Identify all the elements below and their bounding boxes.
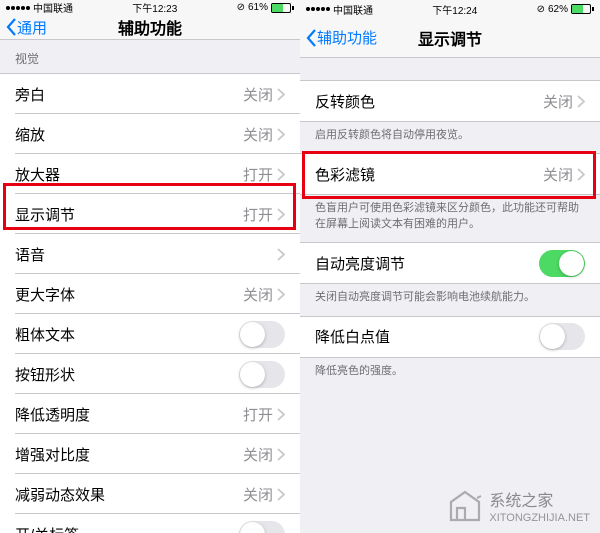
cell-value: 打开 bbox=[243, 204, 273, 225]
clock: 下午12:23 bbox=[132, 0, 177, 15]
footer-white-point: 降低亮色的强度。 bbox=[300, 358, 600, 389]
status-bar: 中国联通 下午12:24 ⊘ 62% bbox=[300, 0, 600, 18]
status-bar: 中国联通 下午12:23 ⊘ 61% bbox=[0, 0, 300, 15]
cell-label: 增强对比度 bbox=[15, 444, 243, 465]
watermark-url: XITONGZHIJIA.NET bbox=[489, 512, 590, 525]
chevron-right-icon bbox=[277, 408, 285, 421]
cell-reduce-transparency[interactable]: 降低透明度 打开 bbox=[0, 394, 300, 434]
chevron-right-icon bbox=[277, 208, 285, 221]
cell-value: 关闭 bbox=[543, 164, 573, 185]
back-button[interactable]: 通用 bbox=[6, 17, 47, 38]
watermark-logo-icon bbox=[447, 490, 483, 527]
screen-accessibility: 中国联通 下午12:23 ⊘ 61% 通用 辅助功能 视觉 旁白 关闭 bbox=[0, 0, 300, 533]
list-vision: 旁白 关闭 缩放 关闭 放大器 打开 显示调节 打开 语音 bbox=[0, 73, 300, 533]
chevron-right-icon bbox=[277, 128, 285, 141]
list-white-point: 降低白点值 bbox=[300, 316, 600, 358]
cell-value: 关闭 bbox=[243, 84, 273, 105]
cell-reduce-white-point[interactable]: 降低白点值 bbox=[300, 317, 600, 357]
switch-auto-brightness[interactable] bbox=[539, 250, 585, 277]
watermark-name: 系统之家 bbox=[489, 492, 590, 511]
cell-value: 关闭 bbox=[243, 444, 273, 465]
alarm-icon: ⊘ bbox=[237, 2, 245, 13]
cell-label: 降低白点值 bbox=[315, 326, 539, 347]
switch-reduce-white-point[interactable] bbox=[539, 323, 585, 350]
cell-invert-colors[interactable]: 反转颜色 关闭 bbox=[300, 81, 600, 121]
cell-label: 旁白 bbox=[15, 84, 243, 105]
signal-icon bbox=[306, 7, 330, 11]
battery-percent: 61% bbox=[248, 2, 268, 13]
cell-button-shapes[interactable]: 按钮形状 bbox=[0, 354, 300, 394]
screen-display-accommodations: 中国联通 下午12:24 ⊘ 62% 辅助功能 显示调节 反转颜色 关闭 bbox=[300, 0, 600, 533]
cell-label: 按钮形状 bbox=[15, 364, 239, 385]
cell-label: 开/关标签 bbox=[15, 524, 239, 533]
cell-reduce-motion[interactable]: 减弱动态效果 关闭 bbox=[0, 474, 300, 514]
list-invert: 反转颜色 关闭 bbox=[300, 80, 600, 122]
cell-speech[interactable]: 语音 bbox=[0, 234, 300, 274]
cell-voiceover[interactable]: 旁白 关闭 bbox=[0, 74, 300, 114]
cell-label: 色彩滤镜 bbox=[315, 164, 543, 185]
section-header-vision: 视觉 bbox=[0, 40, 300, 73]
chevron-right-icon bbox=[277, 88, 285, 101]
cell-onoff-labels[interactable]: 开/关标签 bbox=[0, 514, 300, 533]
cell-magnifier[interactable]: 放大器 打开 bbox=[0, 154, 300, 194]
switch-onoff-labels[interactable] bbox=[239, 521, 285, 533]
switch-bold-text[interactable] bbox=[239, 321, 285, 348]
cell-auto-brightness[interactable]: 自动亮度调节 bbox=[300, 243, 600, 283]
chevron-left-icon bbox=[306, 29, 317, 47]
cell-label: 自动亮度调节 bbox=[315, 253, 539, 274]
nav-bar: 辅助功能 显示调节 bbox=[300, 18, 600, 58]
alarm-icon: ⊘ bbox=[537, 4, 545, 15]
footer-auto-brightness: 关闭自动亮度调节可能会影响电池续航能力。 bbox=[300, 284, 600, 315]
chevron-right-icon bbox=[277, 288, 285, 301]
back-button[interactable]: 辅助功能 bbox=[306, 27, 377, 48]
cell-increase-contrast[interactable]: 增强对比度 关闭 bbox=[0, 434, 300, 474]
cell-larger-text[interactable]: 更大字体 关闭 bbox=[0, 274, 300, 314]
cell-label: 显示调节 bbox=[15, 204, 243, 225]
chevron-right-icon bbox=[277, 248, 285, 261]
cell-label: 放大器 bbox=[15, 164, 243, 185]
watermark: 系统之家 XITONGZHIJIA.NET bbox=[447, 490, 590, 527]
cell-zoom[interactable]: 缩放 关闭 bbox=[0, 114, 300, 154]
cell-label: 更大字体 bbox=[15, 284, 243, 305]
cell-value: 打开 bbox=[243, 164, 273, 185]
cell-value: 打开 bbox=[243, 404, 273, 425]
footer-color-filter: 色盲用户可使用色彩滤镜来区分颜色，此功能还可帮助在屏幕上阅读文本有困难的用户。 bbox=[300, 195, 600, 242]
nav-bar: 通用 辅助功能 bbox=[0, 15, 300, 40]
chevron-right-icon bbox=[277, 448, 285, 461]
carrier: 中国联通 bbox=[33, 0, 73, 15]
clock: 下午12:24 bbox=[432, 2, 477, 17]
cell-value: 关闭 bbox=[243, 124, 273, 145]
back-label: 通用 bbox=[17, 17, 47, 38]
list-auto-brightness: 自动亮度调节 bbox=[300, 242, 600, 284]
cell-color-filters[interactable]: 色彩滤镜 关闭 bbox=[300, 154, 600, 194]
cell-label: 反转颜色 bbox=[315, 91, 543, 112]
chevron-left-icon bbox=[6, 18, 17, 36]
battery-icon bbox=[271, 3, 294, 13]
cell-value: 关闭 bbox=[243, 284, 273, 305]
signal-icon bbox=[6, 6, 30, 10]
cell-value: 关闭 bbox=[543, 91, 573, 112]
chevron-right-icon bbox=[577, 168, 585, 181]
chevron-right-icon bbox=[277, 488, 285, 501]
chevron-right-icon bbox=[277, 168, 285, 181]
cell-label: 语音 bbox=[15, 244, 277, 265]
cell-bold-text[interactable]: 粗体文本 bbox=[0, 314, 300, 354]
battery-percent: 62% bbox=[548, 4, 568, 15]
cell-value: 关闭 bbox=[243, 484, 273, 505]
battery-icon bbox=[571, 4, 594, 14]
cell-label: 粗体文本 bbox=[15, 324, 239, 345]
cell-label: 减弱动态效果 bbox=[15, 484, 243, 505]
cell-label: 降低透明度 bbox=[15, 404, 243, 425]
cell-label: 缩放 bbox=[15, 124, 243, 145]
switch-button-shapes[interactable] bbox=[239, 361, 285, 388]
footer-invert: 启用反转颜色将自动停用夜览。 bbox=[300, 122, 600, 153]
back-label: 辅助功能 bbox=[317, 27, 377, 48]
carrier: 中国联通 bbox=[333, 2, 373, 17]
list-color-filter: 色彩滤镜 关闭 bbox=[300, 153, 600, 195]
cell-display-accommodations[interactable]: 显示调节 打开 bbox=[0, 194, 300, 234]
chevron-right-icon bbox=[577, 95, 585, 108]
